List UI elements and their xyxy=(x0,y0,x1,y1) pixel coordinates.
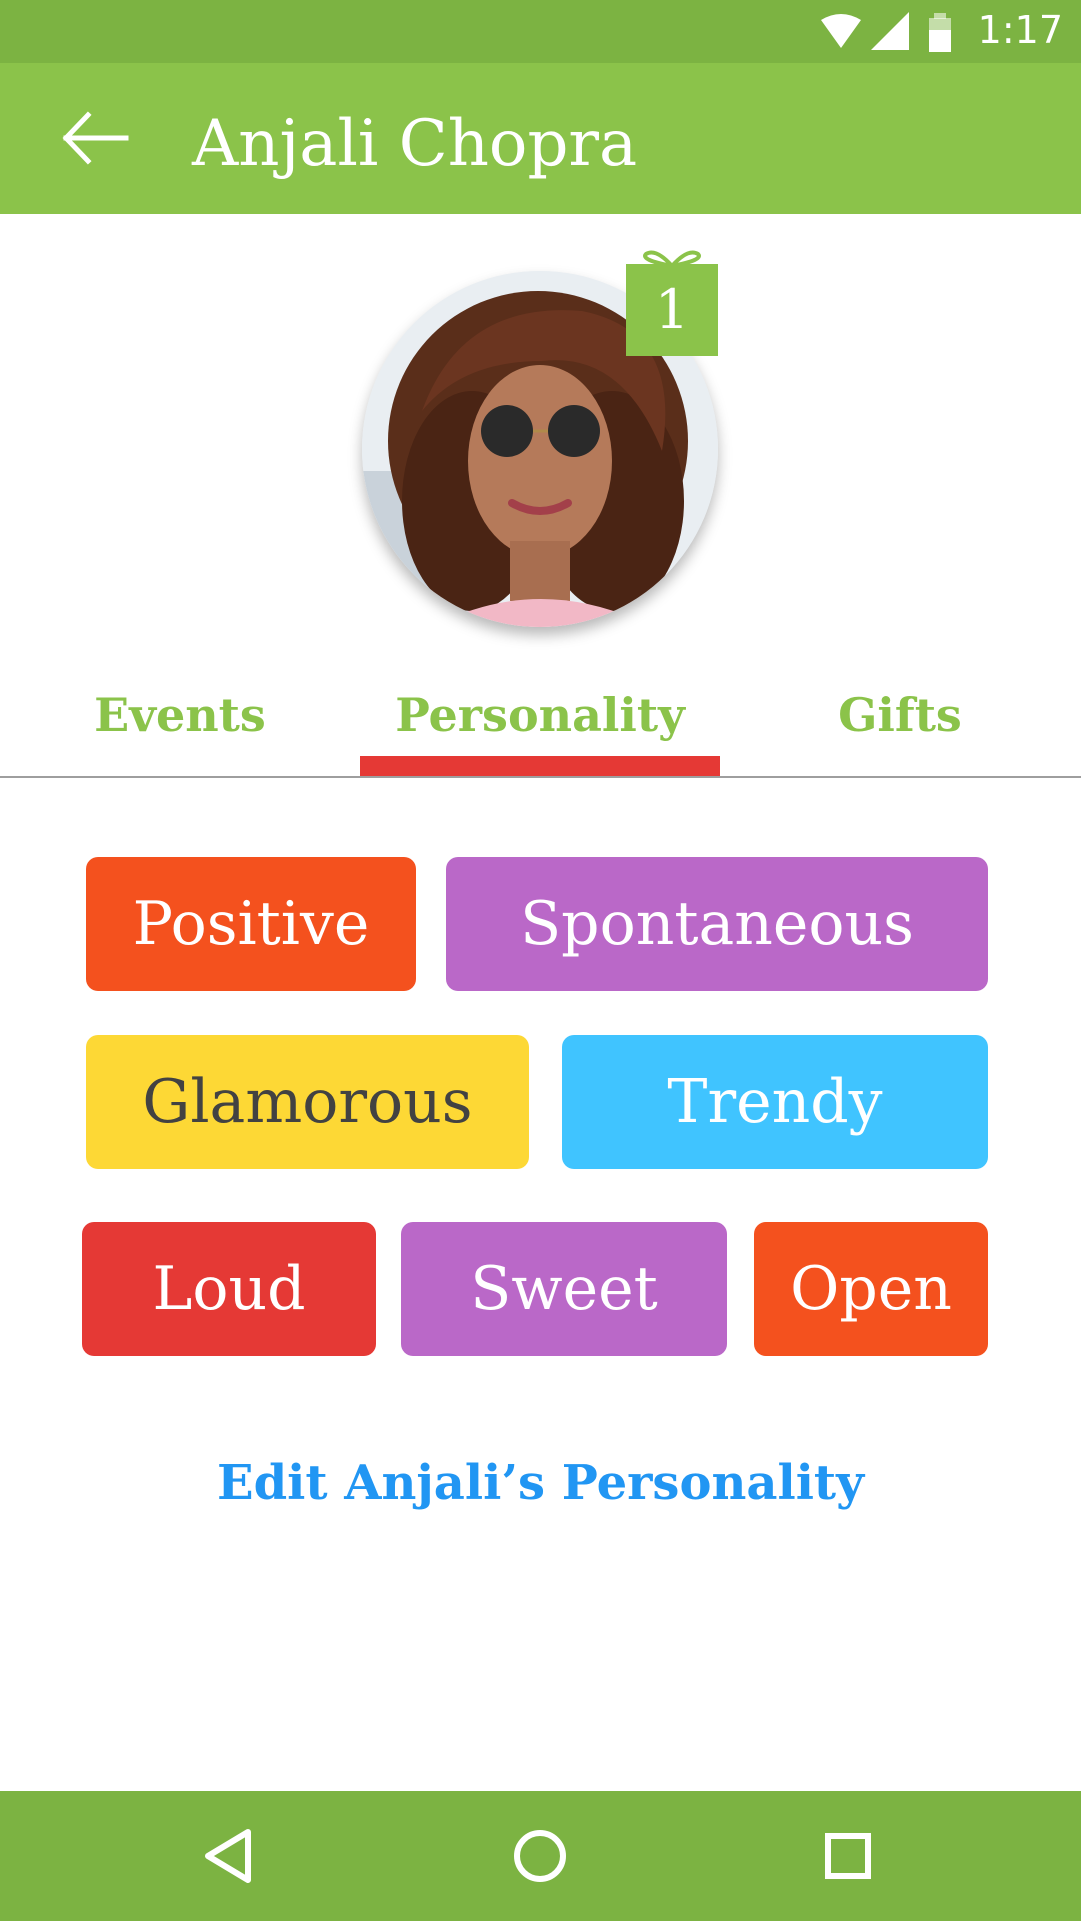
cell-signal-icon xyxy=(871,12,909,50)
gift-count-badge[interactable]: 1 xyxy=(626,248,718,356)
app-bar: Anjali Chopra xyxy=(0,63,1081,214)
tab-events[interactable]: Events xyxy=(60,688,300,748)
status-time: 1:17 xyxy=(977,8,1063,52)
system-nav-bar xyxy=(0,1791,1081,1921)
tag-glamorous[interactable]: Glamorous xyxy=(86,1035,529,1169)
tag-sweet[interactable]: Sweet xyxy=(401,1222,727,1356)
arrow-left-icon xyxy=(62,111,129,165)
status-bar: 1:17 xyxy=(0,0,1081,63)
page-title: Anjali Chopra xyxy=(192,107,638,181)
gift-count: 1 xyxy=(654,278,690,341)
nav-home-button[interactable] xyxy=(500,1816,580,1896)
recents-square-icon xyxy=(825,1833,871,1879)
tag-loud[interactable]: Loud xyxy=(82,1222,376,1356)
wifi-icon xyxy=(821,14,861,48)
back-triangle-icon xyxy=(205,1829,251,1883)
edit-personality-link[interactable]: Edit Anjali’s Personality xyxy=(0,1455,1081,1511)
nav-recents-button[interactable] xyxy=(808,1816,888,1896)
nav-back-button[interactable] xyxy=(190,1816,270,1896)
back-button[interactable] xyxy=(56,101,140,175)
tab-selected-indicator xyxy=(360,756,720,776)
tag-trendy[interactable]: Trendy xyxy=(562,1035,988,1169)
tag-positive[interactable]: Positive xyxy=(86,857,416,991)
tag-open[interactable]: Open xyxy=(754,1222,988,1356)
home-circle-icon xyxy=(514,1830,566,1882)
tag-spontaneous[interactable]: Spontaneous xyxy=(446,857,988,991)
battery-icon xyxy=(929,13,951,52)
tab-personality[interactable]: Personality xyxy=(360,688,720,748)
tab-gifts[interactable]: Gifts xyxy=(780,688,1020,748)
status-icons xyxy=(821,12,951,52)
